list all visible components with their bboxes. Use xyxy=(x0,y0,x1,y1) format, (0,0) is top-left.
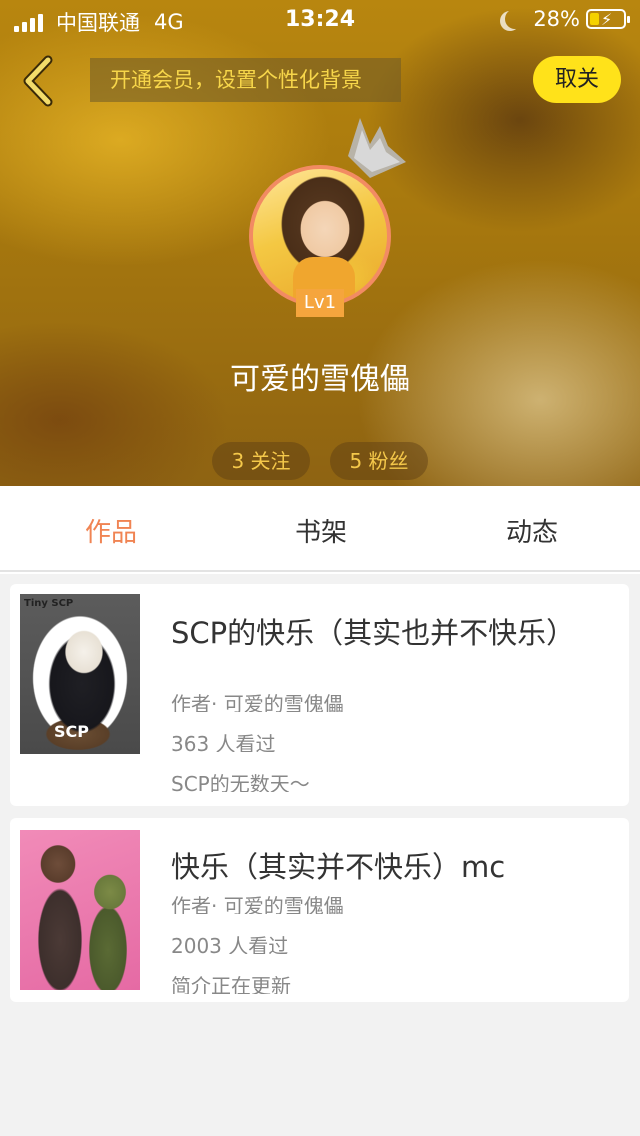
tab-bookshelf[interactable]: 书架 xyxy=(295,512,347,549)
work-author: 作者· 可爱的雪傀儡 xyxy=(171,894,344,914)
list-item[interactable]: 快乐（其实并不快乐）mc 作者· 可爱的雪傀儡 2003 人看过 简介正在更新 xyxy=(10,818,629,1002)
profile-header: 中国联通 4G 13:24 28% ⚡ 开通会员，设置个性化背景 取关 Lv1 … xyxy=(0,0,640,486)
work-intro: 简介正在更新 xyxy=(171,974,291,994)
profile-tabs: 作品 书架 动态 xyxy=(0,486,640,572)
tab-activity[interactable]: 动态 xyxy=(506,512,558,549)
work-cover-image xyxy=(20,830,140,990)
battery-fill xyxy=(590,13,599,25)
work-cover-image: Tiny SCP SCP xyxy=(20,594,140,754)
back-button[interactable] xyxy=(18,54,62,108)
work-title: 快乐（其实并不快乐）mc xyxy=(171,850,506,884)
cover-text: Tiny SCP xyxy=(24,598,74,609)
works-list: Tiny SCP SCP SCP的快乐（其实也并不快乐） 作者· 可爱的雪傀儡 … xyxy=(0,574,640,1136)
status-right: 28% ⚡ xyxy=(499,7,630,31)
moon-icon xyxy=(505,9,525,29)
battery-percent: 28% xyxy=(533,7,580,31)
fans-count-button[interactable]: 5 粉丝 xyxy=(330,442,428,480)
work-title: SCP的快乐（其实也并不快乐） xyxy=(171,616,576,650)
battery-tip xyxy=(627,16,630,23)
level-badge: Lv1 xyxy=(296,289,344,317)
work-author: 作者· 可爱的雪傀儡 xyxy=(171,692,344,712)
cover-badge: SCP xyxy=(54,722,89,741)
following-count-button[interactable]: 3 关注 xyxy=(212,442,310,480)
avatar[interactable] xyxy=(249,165,391,307)
charging-bolt-icon: ⚡ xyxy=(601,10,613,29)
unfollow-button[interactable]: 取关 xyxy=(533,56,621,103)
list-item[interactable]: Tiny SCP SCP SCP的快乐（其实也并不快乐） 作者· 可爱的雪傀儡 … xyxy=(10,584,629,806)
work-intro: SCP的无数天～ xyxy=(171,772,310,792)
status-bar: 中国联通 4G 13:24 28% ⚡ xyxy=(0,0,640,40)
tab-works[interactable]: 作品 xyxy=(85,512,137,549)
chevron-left-icon xyxy=(23,55,53,107)
work-views: 2003 人看过 xyxy=(171,934,289,954)
work-views: 363 人看过 xyxy=(171,732,276,752)
battery-icon: ⚡ xyxy=(586,9,630,29)
vip-background-banner[interactable]: 开通会员，设置个性化背景 xyxy=(90,58,401,102)
username: 可爱的雪傀儡 xyxy=(230,362,410,397)
